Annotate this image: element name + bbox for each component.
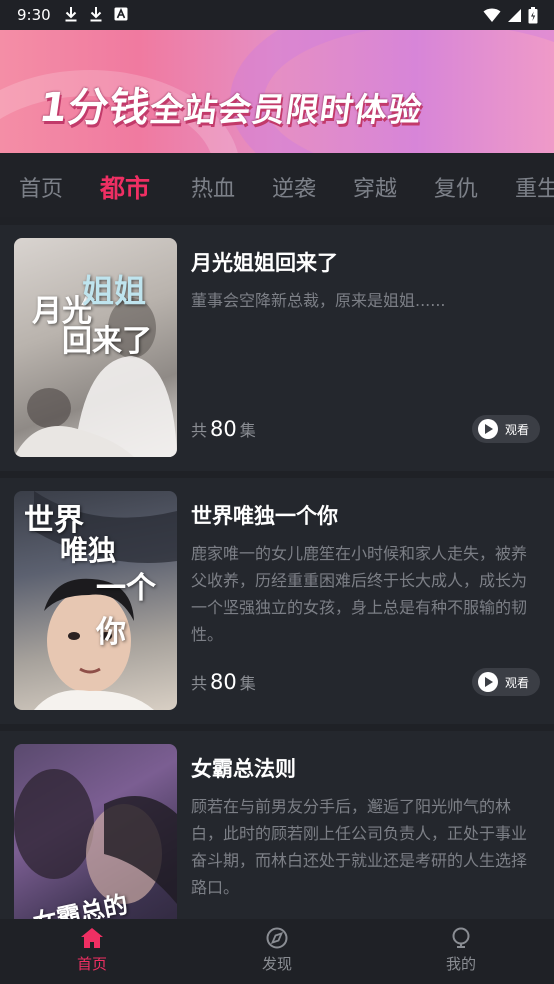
nav-home[interactable]: 首页	[52, 927, 132, 974]
poster-title-text: 回来了	[62, 324, 152, 359]
nav-discover[interactable]: 发现	[237, 927, 317, 974]
nav-discover-label: 发现	[261, 955, 292, 973]
episode-suffix: 集	[239, 674, 256, 693]
nav-home-label: 首页	[76, 955, 107, 973]
battery-icon	[528, 7, 538, 24]
watch-button[interactable]: 观看	[472, 415, 540, 443]
discover-icon	[266, 927, 288, 949]
episode-prefix: 共	[191, 674, 208, 693]
drama-title[interactable]: 世界唯独一个你	[191, 500, 338, 530]
drama-poster[interactable]: 月光 姐姐 回来了	[14, 238, 177, 457]
watch-button[interactable]: 观看	[472, 668, 540, 696]
banner-headline: 1分钱全站会员限时体验	[36, 75, 427, 133]
episode-prefix: 共	[191, 421, 208, 440]
status-notification-icons	[64, 6, 128, 22]
wifi-icon	[483, 8, 501, 22]
download-icon	[65, 7, 77, 22]
profile-icon	[452, 927, 470, 948]
nav-profile[interactable]: 我的	[421, 927, 501, 974]
drama-description: 鹿家唯一的女儿鹿笙在小时候和家人走失，被养父收养，历经重重困难后终于长大成人，成…	[191, 544, 528, 644]
episode-count: 共 80 集	[191, 417, 256, 441]
status-system-icons	[483, 7, 538, 24]
watch-label: 观看	[505, 422, 530, 437]
episode-number: 80	[210, 670, 237, 694]
drama-description: 顾若在与前男友分手后，邂逅了阳光帅气的林白，此时的顾若刚上任公司负责人，正处于事…	[191, 797, 528, 897]
tab-timetravel[interactable]: 穿越	[353, 171, 397, 203]
drama-card[interactable]: 女霸总的 女霸总法则 顾若在与前男友分手后，邂逅了阳光帅气的林白，此时的顾若刚上…	[0, 731, 554, 920]
status-time: 9:30	[17, 6, 51, 24]
tab-revenge[interactable]: 复仇	[434, 171, 478, 203]
watch-label: 观看	[505, 675, 530, 690]
play-icon	[478, 419, 498, 439]
tab-comeback[interactable]: 逆袭	[272, 171, 316, 203]
drama-poster[interactable]: 女霸总的	[14, 744, 177, 920]
banner-text-small: 全站会员限时体验	[147, 90, 425, 129]
promo-banner[interactable]: 1分钱全站会员限时体验	[0, 30, 554, 153]
banner-text-big: 1分钱	[36, 85, 154, 131]
drama-description: 董事会空降新总裁，原来是姐姐......	[191, 291, 446, 310]
tab-urban[interactable]: 都市	[100, 169, 150, 205]
drama-title[interactable]: 女霸总法则	[191, 753, 296, 783]
tab-home[interactable]: 首页	[19, 171, 63, 203]
poster-title-text: 姐姐	[82, 272, 147, 310]
category-tabs: 首页 都市 热血 逆袭 穿越 复仇 重生	[0, 153, 554, 217]
episode-suffix: 集	[239, 421, 256, 440]
bottom-nav: 首页 发现 我的	[0, 919, 554, 984]
home-icon	[81, 928, 103, 948]
tab-hotblood[interactable]: 热血	[191, 171, 235, 203]
drama-card[interactable]: 世界 唯独 一个你 世界唯独一个你 鹿家唯一的女儿鹿笙在小时候和家人走失，被养父…	[0, 478, 554, 724]
nav-profile-label: 我的	[445, 955, 476, 973]
drama-list: 月光 姐姐 回来了 月光姐姐回来了 董事会空降新总裁，原来是姐姐...... 共…	[0, 225, 554, 920]
drama-card[interactable]: 月光 姐姐 回来了 月光姐姐回来了 董事会空降新总裁，原来是姐姐...... 共…	[0, 225, 554, 471]
a-icon	[114, 7, 128, 21]
tab-rebirth[interactable]: 重生	[515, 171, 554, 203]
episode-count: 共 80 集	[191, 670, 256, 694]
download-icon	[90, 7, 102, 22]
play-icon	[478, 672, 498, 692]
drama-title[interactable]: 月光姐姐回来了	[191, 247, 338, 277]
poster-title-text: 一个你	[96, 571, 156, 650]
episode-number: 80	[210, 417, 237, 441]
drama-poster[interactable]: 世界 唯独 一个你	[14, 491, 177, 710]
status-bar: 9:30	[0, 0, 554, 30]
signal-icon	[508, 9, 521, 22]
